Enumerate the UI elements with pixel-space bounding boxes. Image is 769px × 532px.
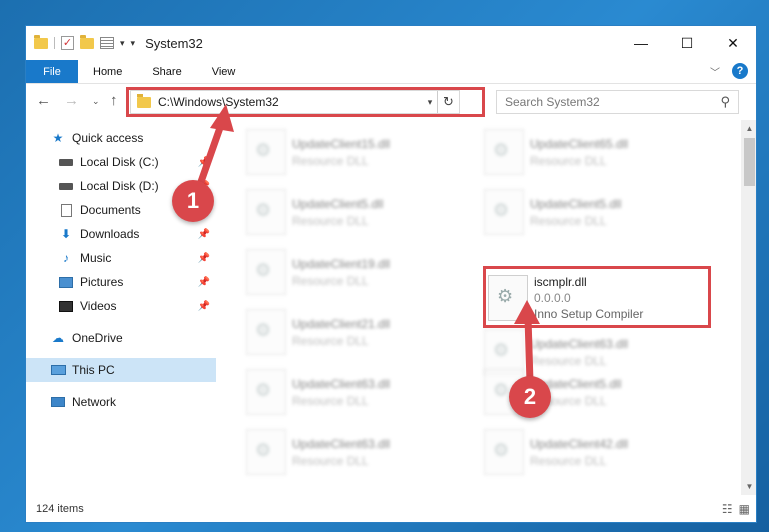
dll-file-icon xyxy=(246,309,286,355)
minimize-button[interactable]: — xyxy=(618,26,664,60)
sidebar-item-onedrive[interactable]: ☁ OneDrive xyxy=(26,326,216,350)
sidebar-item-quick-access[interactable]: ★ Quick access xyxy=(26,126,216,150)
dll-file-icon xyxy=(246,189,286,235)
main-area: ★ Quick access Local Disk (C:) 📌 Local D… xyxy=(26,120,756,495)
dll-file-icon xyxy=(484,189,524,235)
list-item[interactable]: UpdateClient65.dllResource DLL xyxy=(484,124,714,180)
navigation-pane: ★ Quick access Local Disk (C:) 📌 Local D… xyxy=(26,120,218,495)
scroll-thumb[interactable] xyxy=(744,138,755,186)
sidebar-item-pictures[interactable]: Pictures 📌 xyxy=(26,270,216,294)
back-arrow-icon[interactable]: ← xyxy=(36,92,51,109)
sidebar-item-music[interactable]: ♪ Music 📌 xyxy=(26,246,216,270)
scroll-up-icon[interactable]: ▲ xyxy=(741,120,756,137)
tab-view[interactable]: View xyxy=(197,60,251,83)
list-item[interactable]: UpdateClient19.dllResource DLL xyxy=(246,244,476,300)
properties-icon[interactable] xyxy=(100,37,114,49)
step-marker-2: 2 xyxy=(509,376,551,418)
sidebar-item-downloads[interactable]: ⬇ Downloads 📌 xyxy=(26,222,216,246)
step-marker-1: 1 xyxy=(172,180,214,222)
qat-dropdown-icon[interactable]: ▾ xyxy=(120,38,125,49)
music-icon: ♪ xyxy=(63,251,69,265)
help-icon[interactable]: ? xyxy=(732,63,748,79)
cloud-icon: ☁ xyxy=(52,331,64,345)
list-item[interactable]: UpdateClient21.dllResource DLL xyxy=(246,304,476,360)
qat-customize-icon[interactable]: ▾ xyxy=(131,38,136,49)
dll-file-icon xyxy=(246,129,286,175)
maximize-button[interactable]: ☐ xyxy=(664,26,710,60)
dll-file-icon xyxy=(246,369,286,415)
search-input[interactable]: Search System32 ⚲ xyxy=(496,90,739,114)
close-button[interactable]: ✕ xyxy=(710,26,756,60)
title-bar: ✓ ▾ ▾ System32 — ☐ ✕ xyxy=(26,26,756,60)
tab-file[interactable]: File xyxy=(26,60,78,83)
recent-locations-icon[interactable]: ⌄ xyxy=(92,96,100,107)
pin-icon[interactable]: 📌 xyxy=(198,301,210,312)
tab-home[interactable]: Home xyxy=(78,60,137,83)
tab-share[interactable]: Share xyxy=(137,60,196,83)
list-item[interactable]: UpdateClient63.dllResource DLL xyxy=(246,364,476,420)
documents-icon xyxy=(58,203,74,217)
ribbon-expand-icon[interactable]: ﹀ xyxy=(710,64,720,79)
item-count: 124 items xyxy=(36,502,84,515)
drive-icon xyxy=(58,179,74,193)
list-item[interactable]: UpdateClient15.dllResource DLL xyxy=(246,124,476,180)
file-highlight-box xyxy=(483,266,711,328)
ribbon-tabs: File Home Share View ﹀ ? xyxy=(26,60,756,84)
sidebar-item-local-disk-c[interactable]: Local Disk (C:) 📌 xyxy=(26,150,216,174)
dll-file-icon xyxy=(484,129,524,175)
up-arrow-icon[interactable]: ↑ xyxy=(110,92,118,109)
pin-icon[interactable]: 📌 xyxy=(198,277,210,288)
search-placeholder: Search System32 xyxy=(505,95,600,109)
file-list: UpdateClient15.dllResource DLL UpdateCli… xyxy=(236,120,736,495)
folder-icon[interactable] xyxy=(34,34,48,49)
window-title: System32 xyxy=(145,35,203,51)
pin-icon[interactable]: 📌 xyxy=(198,157,210,168)
scroll-down-icon[interactable]: ▼ xyxy=(741,478,756,495)
details-view-icon[interactable]: ☷ xyxy=(722,502,733,516)
address-highlight-box xyxy=(126,87,485,117)
list-item[interactable]: UpdateClient5.dllResource DLL xyxy=(246,184,476,240)
forward-arrow-icon[interactable]: → xyxy=(64,92,79,109)
tiles-view-icon[interactable]: ▦ xyxy=(739,502,750,516)
star-icon: ★ xyxy=(52,131,64,145)
list-item[interactable]: UpdateClient5.dllResource DLL xyxy=(484,184,714,240)
vertical-scrollbar[interactable]: ▲ ▼ xyxy=(741,120,756,495)
dll-file-icon xyxy=(246,249,286,295)
status-bar: 124 items ☷ ▦ xyxy=(26,495,756,522)
quick-access-toolbar: ✓ ▾ ▾ xyxy=(26,26,135,60)
properties-check-icon[interactable]: ✓ xyxy=(61,36,74,50)
pc-icon xyxy=(50,363,66,377)
search-icon[interactable]: ⚲ xyxy=(720,94,730,110)
window-controls: — ☐ ✕ xyxy=(618,26,756,60)
address-row: ← → ⌄ ↑ C:\Windows\System32 ▾ ↻ Search S… xyxy=(26,84,756,120)
list-item[interactable]: UpdateClient63.dllResource DLL xyxy=(246,424,476,480)
pin-icon[interactable]: 📌 xyxy=(198,229,210,240)
pictures-icon xyxy=(58,275,74,289)
sidebar-item-network[interactable]: Network xyxy=(26,390,216,414)
download-icon: ⬇ xyxy=(60,227,72,241)
list-item[interactable]: UpdateClient42.dllResource DLL xyxy=(484,424,714,480)
videos-icon xyxy=(58,299,74,313)
explorer-window: ✓ ▾ ▾ System32 — ☐ ✕ File Home Share Vie… xyxy=(25,25,757,523)
dll-file-icon xyxy=(484,429,524,475)
drive-icon xyxy=(58,155,74,169)
new-folder-icon[interactable] xyxy=(80,34,94,49)
pin-icon[interactable]: 📌 xyxy=(198,253,210,264)
network-icon xyxy=(50,395,66,409)
sidebar-item-this-pc[interactable]: This PC xyxy=(26,358,216,382)
sidebar-item-videos[interactable]: Videos 📌 xyxy=(26,294,216,318)
dll-file-icon xyxy=(246,429,286,475)
